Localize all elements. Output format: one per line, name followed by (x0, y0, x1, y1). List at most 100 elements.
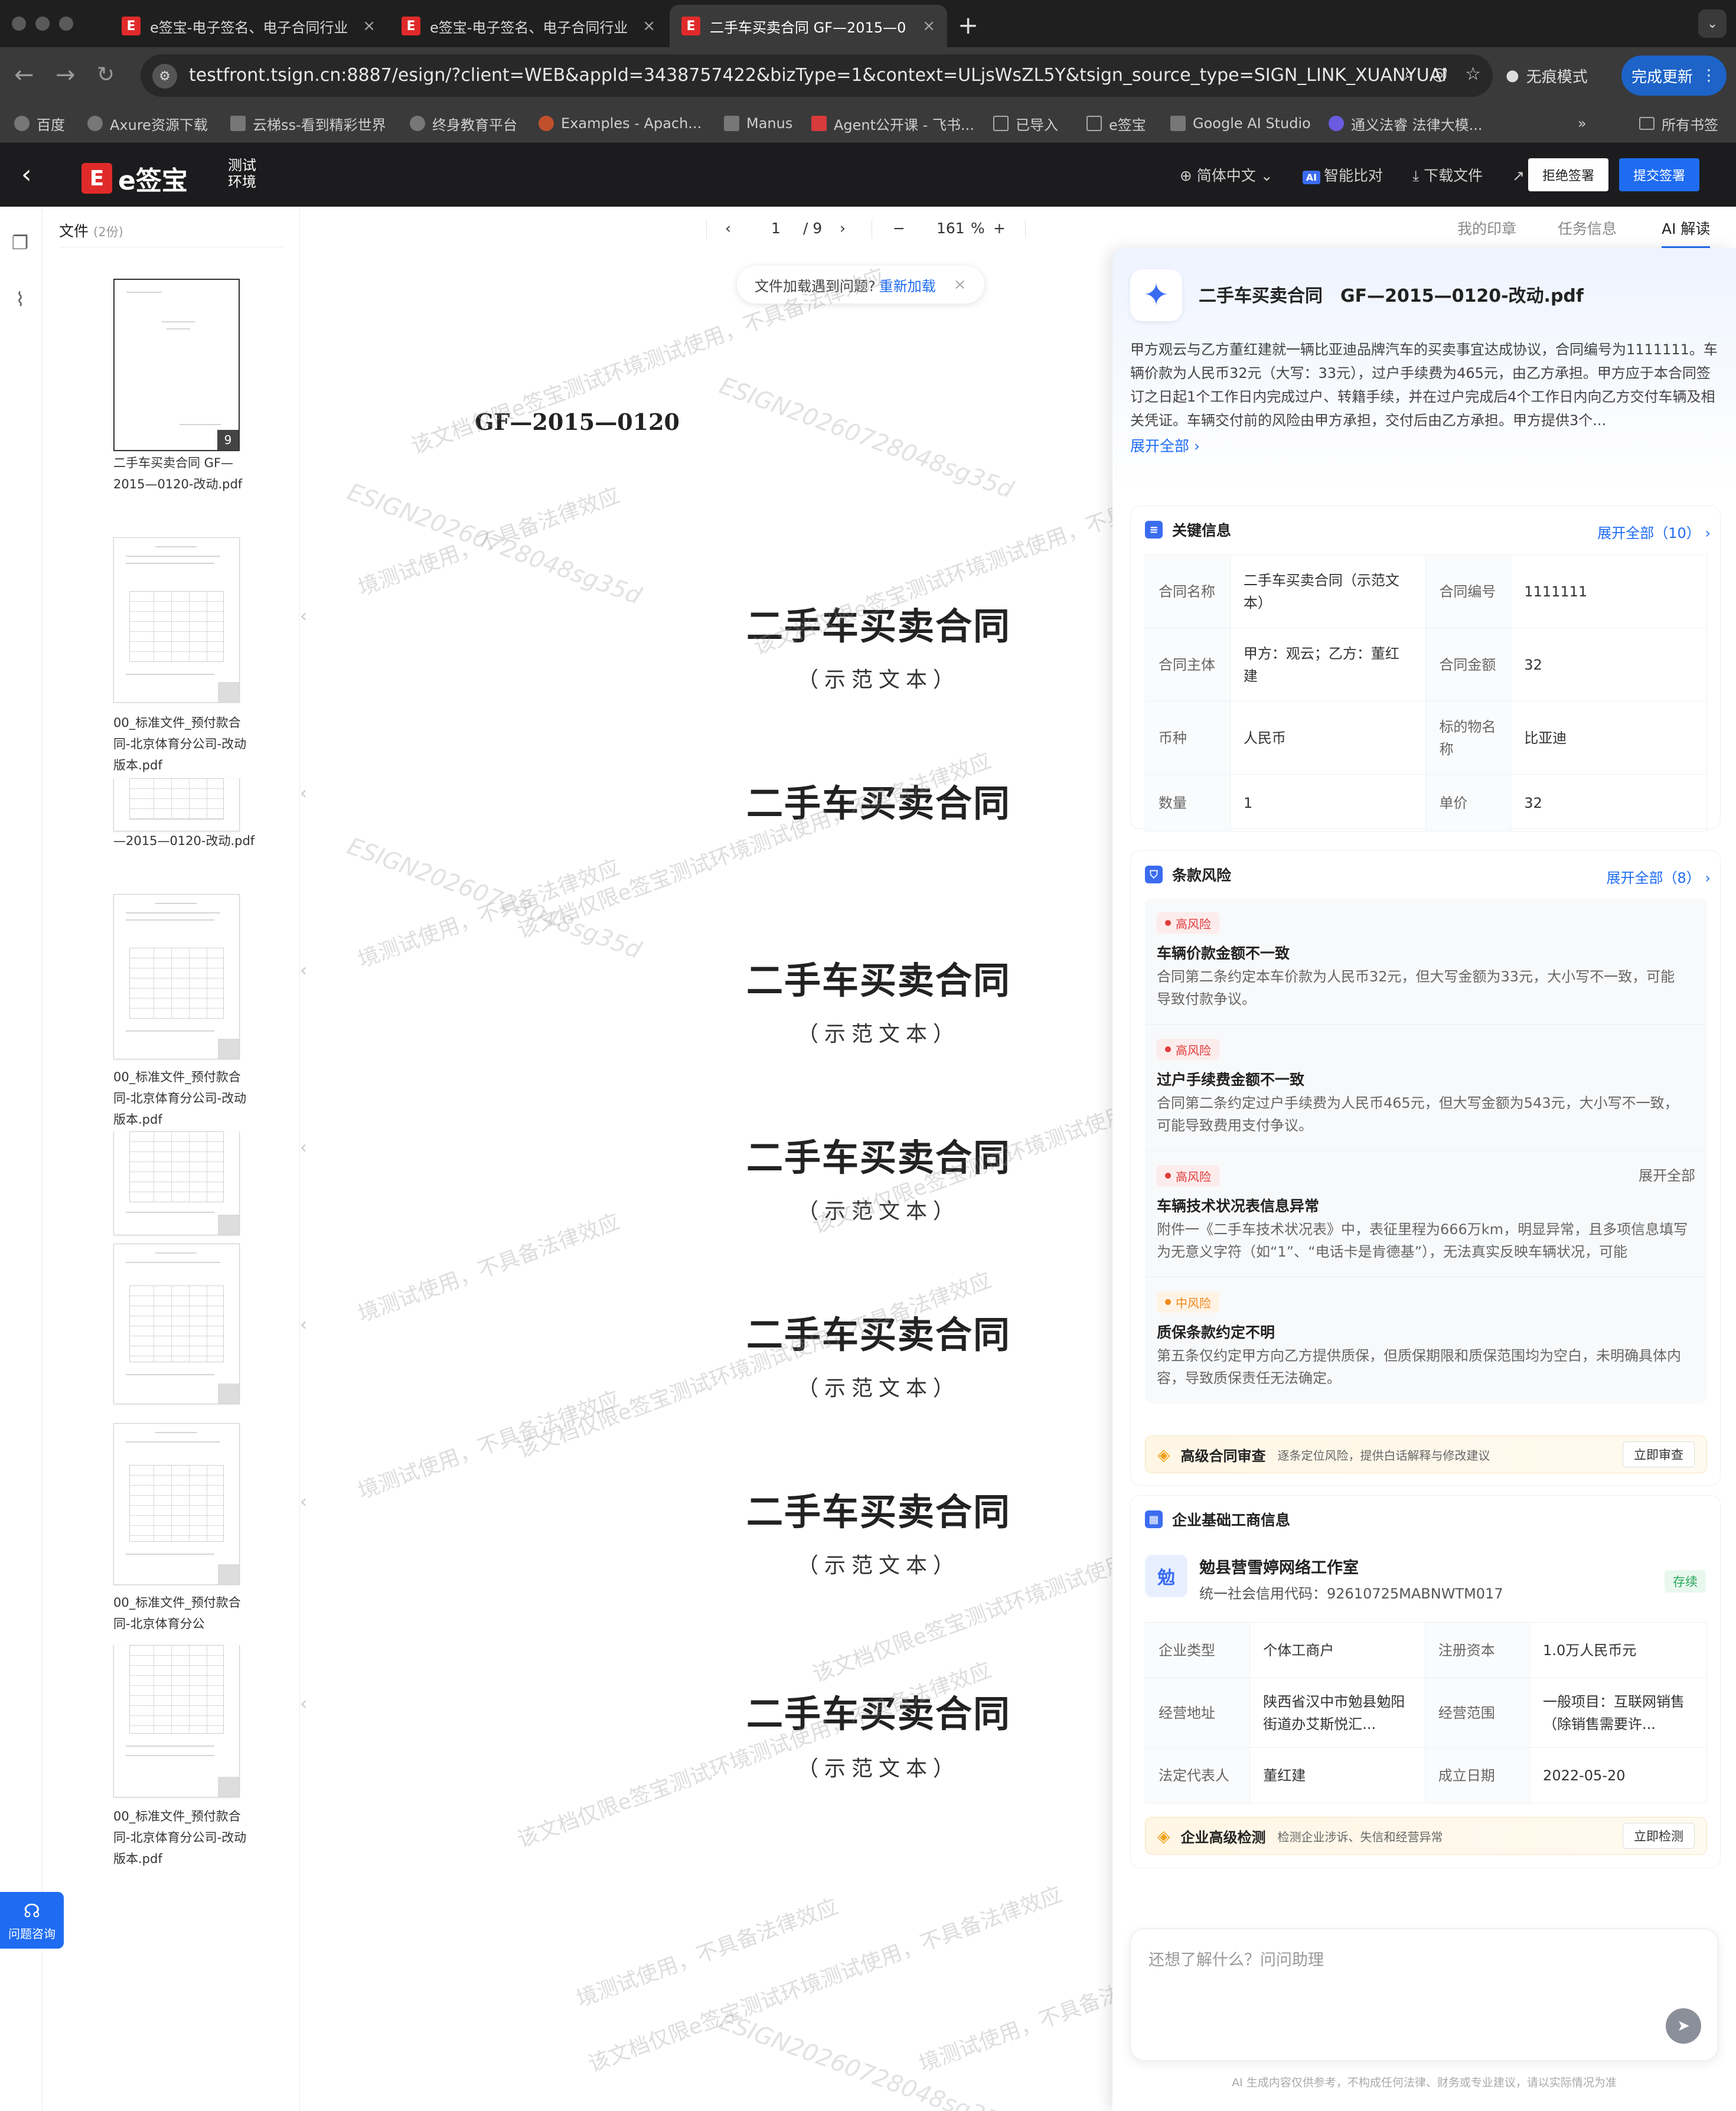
key-info-expand-link[interactable]: 展开全部（10） › (1597, 521, 1711, 542)
site-info-icon[interactable]: ⚙ (152, 64, 177, 89)
file-thumbnail[interactable] (113, 778, 240, 831)
reject-sign-button[interactable]: 拒绝签署 (1528, 158, 1608, 191)
file-thumbnail[interactable] (113, 894, 240, 1059)
window-close-dot[interactable] (12, 17, 26, 31)
chevron-left-icon[interactable]: ‹ (300, 960, 307, 981)
update-button[interactable]: 完成更新 ⋮ (1621, 56, 1727, 96)
tab-close-icon[interactable]: × (642, 17, 655, 35)
new-tab-button[interactable]: + (958, 11, 978, 40)
address-bar[interactable]: ⚙ testfront.tsign.cn:8887/esign/?client=… (141, 54, 1493, 97)
back-arrow-icon[interactable]: ← (14, 61, 34, 89)
zoom-out-icon[interactable]: − (893, 220, 905, 237)
check-now-button[interactable]: 立即检测 (1623, 1823, 1695, 1849)
all-bookmarks[interactable]: 所有书签 (1639, 104, 1718, 143)
next-page-icon[interactable]: › (840, 220, 846, 237)
file-title[interactable]: 00_标准文件_预付款合同-北京体育分公 (113, 1592, 255, 1634)
thumb-line (126, 1374, 214, 1375)
file-thumbnail[interactable] (113, 537, 240, 703)
risk-item[interactable]: 中风险 质保条款约定不明 第五条仅约定甲方向乙方提供质保，但质保期限和质保范围均… (1145, 1277, 1707, 1404)
file-thumbnail[interactable] (113, 1131, 240, 1235)
reload-icon[interactable]: ↻ (97, 63, 115, 87)
tab-my-seal[interactable]: 我的印章 (1457, 217, 1516, 239)
reload-link[interactable]: 重新加载 (879, 275, 936, 295)
smart-compare-button[interactable]: AI 智能比对 (1302, 164, 1383, 185)
file-title[interactable]: —2015—0120-改动.pdf (113, 830, 255, 851)
company-info-card: ▦ 企业基础工商信息 勉 勉县营雪婷网络工作室 统一社会信用代码：92610725… (1130, 1495, 1721, 1868)
bookmark-item[interactable]: Google AI Studio (1170, 104, 1311, 143)
incognito-indicator[interactable]: ● 无痕模式 (1494, 56, 1600, 96)
bookmark-folder[interactable]: e签宝 (1086, 104, 1146, 143)
risk-expand-link[interactable]: 展开全部（8） › (1606, 866, 1711, 887)
zoom-value[interactable]: 161 (936, 220, 965, 237)
page-current[interactable]: 1 (771, 220, 781, 237)
risk-item[interactable]: 高风险 车辆价款金额不一致 合同第二条约定本车价款为人民币32元，但大写金额为3… (1145, 898, 1707, 1024)
bookmark-item[interactable]: 百度 (14, 104, 65, 143)
ai-icon: AI (1302, 171, 1321, 184)
chevron-left-icon[interactable]: ‹ (300, 606, 307, 627)
files-copy-icon[interactable]: ❐ (9, 231, 31, 254)
bookmark-item[interactable]: 终身教育平台 (410, 104, 517, 143)
bookmark-folder[interactable]: 已导入 (993, 104, 1058, 143)
forward-arrow-icon[interactable]: → (56, 61, 76, 89)
chevron-left-icon[interactable]: ‹ (300, 1137, 307, 1158)
browser-tab-1[interactable]: E e签宝-电子签名、电子合同行业 × (110, 5, 387, 47)
submit-sign-button[interactable]: 提交签署 (1619, 158, 1699, 191)
watermark: 该文档仅限e签宝测试环境测试使用，不具备法律效应 (585, 1882, 1065, 2077)
chat-input[interactable] (1148, 1942, 1680, 1978)
bookmark-item[interactable]: Examples - Apach... (539, 104, 701, 143)
url-text[interactable]: testfront.tsign.cn:8887/esign/?client=WE… (189, 65, 1447, 86)
tab-ai-analysis[interactable]: AI 解读 (1662, 217, 1711, 248)
file-thumbnail[interactable] (113, 1645, 240, 1797)
chevron-left-icon[interactable]: ‹ (300, 1314, 307, 1335)
browser-tab-2[interactable]: E e签宝-电子签名、电子合同行业 × (390, 5, 667, 47)
bookmark-item[interactable]: 通义法睿 法律大模... (1329, 104, 1483, 143)
bookmark-item[interactable]: Agent公开课 - 飞书... (811, 104, 974, 143)
chevron-left-icon[interactable]: ‹ (300, 1694, 307, 1714)
bookmarks-overflow-icon[interactable]: » (1578, 104, 1587, 143)
tab-task-info[interactable]: 任务信息 (1558, 217, 1617, 239)
chevron-right-icon: › (1700, 525, 1711, 541)
file-thumbnail[interactable] (113, 1244, 240, 1404)
browser-tab-3-active[interactable]: E 二手车买卖合同 GF—2015—0 × (670, 5, 947, 47)
send-arrow-icon[interactable]: ➤ (1666, 2008, 1701, 2044)
document-viewer[interactable]: ‹ 1 / 9 › − 161 % + 文件加载遇到问题? 重新加载 × GF—… (300, 207, 1112, 2111)
risk-level-badge: 高风险 (1157, 1039, 1219, 1060)
bookmark-item[interactable]: 云梯ss-看到精彩世界 (230, 104, 386, 143)
eye-off-icon[interactable]: ◎ (1432, 64, 1447, 84)
file-thumbnail-selected[interactable]: 9 (113, 279, 240, 451)
review-now-button[interactable]: 立即审查 (1623, 1441, 1695, 1467)
chevron-left-icon[interactable]: ‹ (300, 1492, 307, 1512)
attachment-clip-icon[interactable]: ⌇ (9, 288, 31, 311)
risk-expand-link[interactable]: 展开全部 (1639, 1164, 1695, 1185)
tab-close-icon[interactable]: × (922, 17, 935, 35)
risk-item[interactable]: 高风险 展开全部 车辆技术状况表信息异常 附件一《二手车技术状况表》中，表征里程… (1145, 1151, 1707, 1277)
close-icon[interactable]: × (954, 276, 967, 293)
window-zoom-dot[interactable] (59, 17, 73, 31)
file-title[interactable]: 00_标准文件_预付款合同-北京体育分公司-改动版本.pdf (113, 712, 255, 776)
file-title[interactable]: 二手车买卖合同 GF—2015—0120-改动.pdf (113, 452, 255, 495)
company-name: 勉县营雪婷网络工作室 (1199, 1559, 1359, 1577)
watermark: 境测试使用，不具备法律效应 (355, 855, 623, 973)
language-select[interactable]: ⊕ 简体中文 ⌄ (1180, 164, 1273, 185)
zoom-in-icon[interactable]: + (993, 220, 1006, 237)
risk-item[interactable]: 高风险 过户手续费金额不一致 合同第二条约定过户手续费为人民币465元，但大写金… (1145, 1024, 1707, 1151)
expand-summary-link[interactable]: 展开全部 › (1130, 435, 1200, 456)
file-title[interactable]: 00_标准文件_预付款合同-北京体育分公司-改动版本.pdf (113, 1066, 255, 1130)
file-title[interactable]: 00_标准文件_预付款合同-北京体育分公司-改动版本.pdf (113, 1806, 255, 1869)
file-thumbnail[interactable] (113, 1423, 240, 1585)
kv-value: 1111111 (1510, 554, 1707, 628)
help-consult-button[interactable]: ☊ 问题咨询 (0, 1892, 64, 1949)
download-button[interactable]: ⤓ 下载文件 (1412, 164, 1483, 185)
chevron-left-icon[interactable]: ‹ (300, 783, 307, 804)
prev-page-icon[interactable]: ‹ (725, 220, 731, 237)
zoom-magnifier-icon[interactable]: ⌕ (1404, 64, 1414, 84)
bookmark-star-icon[interactable]: ☆ (1465, 64, 1481, 84)
kv-value: 32 (1510, 774, 1707, 831)
window-minimize-dot[interactable] (35, 17, 50, 31)
back-chevron-icon[interactable]: ‹ (21, 159, 32, 190)
bookmark-item[interactable]: Axure资源下载 (87, 104, 208, 143)
tab-search-chevron-icon[interactable]: ⌄ (1698, 9, 1727, 38)
bookmark-item[interactable]: Manus (724, 104, 792, 143)
tab-close-icon[interactable]: × (363, 17, 376, 35)
risk-item-title: 过户手续费金额不一致 (1157, 1071, 1305, 1088)
